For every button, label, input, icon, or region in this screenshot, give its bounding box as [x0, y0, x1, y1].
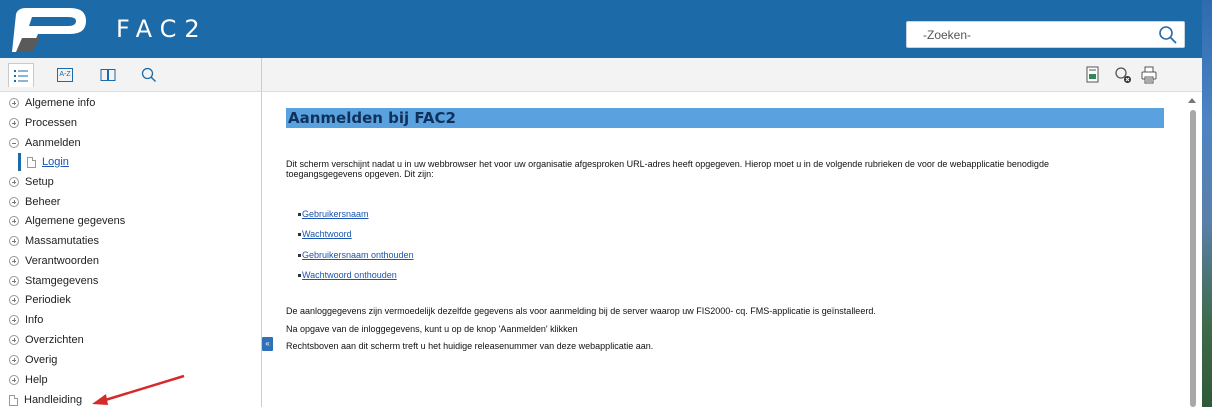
toc-item-label: Handleiding	[24, 394, 83, 406]
expand-icon[interactable]	[9, 276, 19, 286]
app-header: FAC2	[0, 0, 1202, 58]
page-icon	[9, 394, 18, 406]
link-wachtwoord-onthouden[interactable]: Wachtwoord onthouden	[302, 270, 397, 280]
intro-line-2: toegangsgegevens opgeven. Dit zijn:	[286, 169, 434, 179]
link-gebruikersnaam[interactable]: Gebruikersnaam	[302, 209, 369, 219]
link-wachtwoord[interactable]: Wachtwoord	[302, 229, 352, 239]
scroll-up-icon[interactable]	[1188, 98, 1196, 103]
bullet-icon	[298, 254, 301, 258]
toc-item-stamgegevens[interactable]: Stamgegevens	[9, 272, 98, 290]
toc-item-label: Verantwoorden	[25, 255, 99, 267]
expand-icon[interactable]	[9, 335, 19, 345]
list-icon	[14, 69, 28, 82]
toc-item-label: Aanmelden	[25, 137, 81, 149]
background-strip	[1202, 0, 1212, 407]
topic-content: Aanmelden bij FAC2 Dit scherm verschijnt…	[262, 92, 1182, 407]
book-tab[interactable]	[95, 63, 121, 87]
toc-item-beheer[interactable]: Beheer	[9, 193, 60, 211]
app-title: FAC2	[116, 15, 208, 43]
toc-item-handleiding[interactable]: Handleiding	[9, 391, 82, 407]
expand-icon[interactable]	[9, 216, 19, 226]
expand-icon[interactable]	[9, 355, 19, 365]
toc-item-label: Overig	[25, 354, 58, 366]
paragraph-3: Rechtsboven aan dit scherm treft u het h…	[286, 341, 654, 351]
toc-item-algemene-info[interactable]: Algemene info	[9, 94, 95, 112]
toc-item-help[interactable]: Help	[9, 371, 48, 389]
paragraph-1: De aanloggegevens zijn vermoedelijk deze…	[286, 306, 876, 316]
expand-icon[interactable]	[9, 197, 19, 207]
expand-icon[interactable]	[9, 177, 19, 187]
toc-item-label: Setup	[25, 176, 54, 188]
search-box[interactable]	[906, 21, 1185, 48]
magnifier-icon	[141, 67, 156, 82]
toc-item-label: Processen	[25, 117, 77, 129]
toc-item-info[interactable]: Info	[9, 311, 43, 329]
toc-item-aanmelden[interactable]: Aanmelden	[9, 134, 81, 152]
navigation-tabs: A-Z	[0, 58, 262, 92]
print-topic-icon[interactable]	[1084, 66, 1102, 84]
toc-item-algemene-gegevens[interactable]: Algemene gegevens	[9, 212, 125, 230]
toc-item-label: Overzichten	[25, 334, 84, 346]
link-gebruikersnaam-onthouden[interactable]: Gebruikersnaam onthouden	[302, 250, 414, 260]
paragraph-2: Na opgave van de inloggegevens, kunt u o…	[286, 324, 578, 334]
toc-item-massamutaties[interactable]: Massamutaties	[9, 232, 99, 250]
toc-item-label: Stamgegevens	[25, 275, 99, 287]
toc-item-setup[interactable]: Setup	[9, 173, 54, 191]
toc-item-login[interactable]: Login	[27, 153, 69, 171]
toc-item-label: Periodiek	[25, 294, 71, 306]
toc-sidebar: Algemene info Processen Aanmelden Login …	[0, 92, 262, 407]
toc-item-periodiek[interactable]: Periodiek	[9, 291, 71, 309]
intro-line-1: Dit scherm verschijnt nadat u in uw webb…	[286, 159, 1049, 169]
toc-item-overig[interactable]: Overig	[9, 351, 57, 369]
toc-item-label: Info	[25, 314, 44, 326]
expand-icon[interactable]	[9, 118, 19, 128]
book-icon	[100, 69, 116, 81]
list-item[interactable]: Wachtwoord onthouden	[298, 270, 397, 280]
expand-icon[interactable]	[9, 375, 19, 385]
toc-item-verantwoorden[interactable]: Verantwoorden	[9, 252, 99, 270]
bullet-icon	[298, 274, 301, 278]
expand-icon[interactable]	[9, 315, 19, 325]
expand-icon[interactable]	[9, 236, 19, 246]
toc-item-label: Massamutaties	[25, 235, 99, 247]
fac2-logo	[12, 8, 86, 52]
az-icon: A-Z	[57, 68, 73, 82]
bullet-icon	[298, 213, 301, 217]
annotation-arrow-icon	[92, 374, 185, 405]
scroll-thumb[interactable]	[1190, 110, 1196, 407]
list-item[interactable]: Gebruikersnaam onthouden	[298, 250, 414, 260]
expand-icon[interactable]	[9, 98, 19, 108]
toc-item-label: Algemene info	[25, 97, 96, 109]
search-icon[interactable]	[1158, 25, 1178, 45]
list-item[interactable]: Gebruikersnaam	[298, 209, 369, 219]
selected-indicator	[18, 153, 21, 171]
index-tab[interactable]: A-Z	[52, 63, 78, 87]
expand-icon[interactable]	[9, 256, 19, 266]
toc-item-processen[interactable]: Processen	[9, 114, 77, 132]
search-tab[interactable]	[136, 63, 162, 87]
toc-item-overzichten[interactable]: Overzichten	[9, 331, 84, 349]
bullet-icon	[298, 233, 301, 237]
collapse-icon[interactable]	[9, 138, 19, 148]
toc-item-label[interactable]: Login	[42, 156, 69, 168]
toc-item-label: Beheer	[25, 196, 61, 208]
page-title: Aanmelden bij FAC2	[286, 108, 1164, 128]
search-input[interactable]	[907, 22, 1147, 47]
expand-icon[interactable]	[9, 295, 19, 305]
page-icon	[27, 156, 36, 168]
content-scrollbar[interactable]	[1182, 92, 1202, 407]
list-item[interactable]: Wachtwoord	[298, 229, 352, 239]
remove-highlight-icon[interactable]	[1114, 66, 1132, 84]
contents-tab[interactable]	[8, 63, 34, 87]
toc-item-label: Help	[25, 374, 48, 386]
topic-toolbar	[262, 58, 1202, 92]
toc-item-label: Algemene gegevens	[25, 215, 126, 227]
print-icon[interactable]	[1140, 66, 1158, 84]
